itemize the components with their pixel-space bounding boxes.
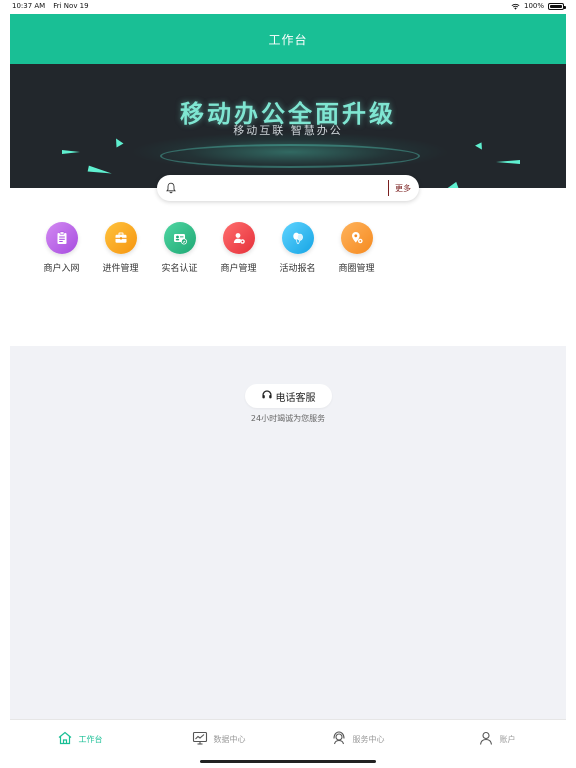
nav-header: 工作台 bbox=[10, 14, 566, 64]
tab-workbench[interactable]: 工作台 bbox=[10, 720, 149, 759]
home-indicator[interactable] bbox=[200, 760, 376, 763]
tab-service-center[interactable]: 服务中心 bbox=[288, 720, 427, 759]
grid-label: 商户管理 bbox=[220, 264, 257, 274]
grid-item-business-district-management[interactable]: 商圈管理 bbox=[327, 222, 386, 274]
phone-support-button[interactable]: 电话客服 bbox=[244, 384, 332, 408]
app-window: 工作台 移动办公全面升级 移动互联 智慧办公 更多 商户入网 进件管理 实名认证… bbox=[10, 14, 566, 759]
function-grid: 商户入网 进件管理 实名认证 商户管理 活动报名 商圈管理 bbox=[32, 222, 386, 274]
status-time: 10:37 AM bbox=[12, 2, 46, 10]
grid-label: 商圈管理 bbox=[338, 264, 375, 274]
grid-item-merchant-onboarding[interactable]: 商户入网 bbox=[32, 222, 91, 274]
status-date: Fri Nov 19 bbox=[53, 2, 89, 10]
id-card-icon bbox=[163, 222, 196, 254]
headset-icon bbox=[261, 389, 273, 404]
briefcase-icon bbox=[104, 222, 137, 254]
banner-shard bbox=[475, 140, 485, 150]
battery-icon bbox=[548, 2, 566, 10]
banner-subtitle: 移动互联 智慧办公 bbox=[233, 124, 343, 137]
grid-label: 商户入网 bbox=[43, 264, 80, 274]
search-divider bbox=[388, 180, 389, 196]
user-settings-icon bbox=[222, 222, 255, 254]
banner-ring bbox=[160, 144, 420, 168]
monitor-chart-icon bbox=[192, 730, 208, 750]
grid-label: 实名认证 bbox=[161, 264, 198, 274]
service-subtitle: 24小时竭诚为您服务 bbox=[250, 414, 326, 423]
banner-shard bbox=[112, 136, 124, 148]
phone-support-label: 电话客服 bbox=[275, 392, 316, 404]
banner-shard bbox=[87, 165, 113, 177]
search-bar: 更多 bbox=[157, 175, 419, 201]
search-input[interactable] bbox=[183, 183, 388, 193]
customer-service: 电话客服 24小时竭诚为您服务 bbox=[10, 384, 566, 424]
tab-account[interactable]: 账户 bbox=[427, 720, 566, 759]
battery-percent: 100% bbox=[523, 2, 544, 10]
home-icon bbox=[57, 730, 73, 750]
location-icon bbox=[340, 222, 373, 254]
grid-item-event-signup[interactable]: 活动报名 bbox=[268, 222, 327, 274]
tab-label: 数据中心 bbox=[213, 735, 246, 744]
tab-bar: 工作台 数据中心 服务中心 账户 bbox=[10, 719, 566, 759]
headset-icon bbox=[331, 730, 347, 750]
grid-label: 活动报名 bbox=[279, 264, 316, 274]
more-button[interactable]: 更多 bbox=[395, 183, 411, 194]
balloon-icon bbox=[281, 222, 314, 254]
person-icon bbox=[478, 730, 494, 750]
promo-banner[interactable]: 移动办公全面升级 移动互联 智慧办公 bbox=[10, 64, 566, 188]
wifi-icon bbox=[511, 3, 520, 10]
tab-label: 账户 bbox=[499, 735, 516, 744]
banner-shard bbox=[62, 150, 80, 154]
function-panel: 更多 商户入网 进件管理 实名认证 商户管理 活动报名 商圈管理 bbox=[10, 175, 566, 346]
page-title: 工作台 bbox=[268, 32, 308, 47]
grid-label: 进件管理 bbox=[102, 264, 139, 274]
bell-icon[interactable] bbox=[165, 182, 177, 194]
grid-item-real-name-verification[interactable]: 实名认证 bbox=[150, 222, 209, 274]
clipboard-icon bbox=[45, 222, 78, 254]
tab-label: 工作台 bbox=[78, 735, 103, 744]
banner-shard bbox=[496, 160, 520, 164]
grid-item-application-management[interactable]: 进件管理 bbox=[91, 222, 150, 274]
grid-item-merchant-management[interactable]: 商户管理 bbox=[209, 222, 268, 274]
tab-data-center[interactable]: 数据中心 bbox=[149, 720, 288, 759]
status-bar: 10:37 AM Fri Nov 19 100% bbox=[0, 0, 576, 12]
tab-label: 服务中心 bbox=[352, 735, 385, 744]
